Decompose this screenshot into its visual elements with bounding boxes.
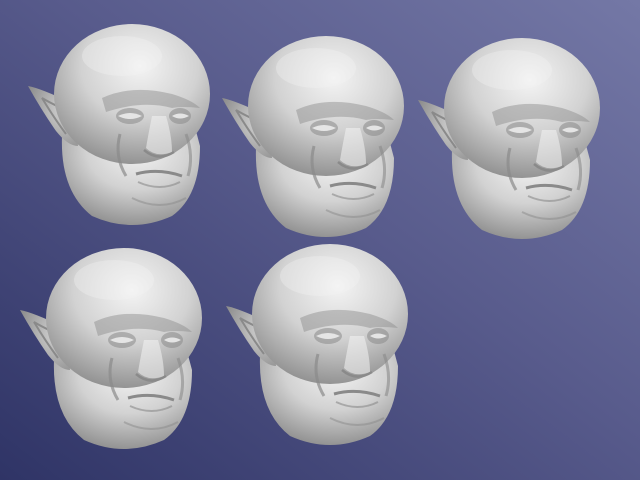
orc-head-model-1[interactable] bbox=[22, 16, 222, 236]
orc-head-render bbox=[222, 36, 404, 237]
orc-head-model-5[interactable] bbox=[220, 236, 420, 456]
orc-head-render bbox=[418, 38, 600, 239]
orc-head-render bbox=[28, 24, 210, 225]
orc-head-model-3[interactable] bbox=[412, 30, 612, 250]
3d-viewport[interactable] bbox=[0, 0, 640, 480]
orc-head-render bbox=[226, 244, 408, 445]
orc-head-model-2[interactable] bbox=[216, 28, 416, 248]
orc-head-render bbox=[20, 248, 202, 449]
orc-head-model-4[interactable] bbox=[14, 240, 214, 460]
